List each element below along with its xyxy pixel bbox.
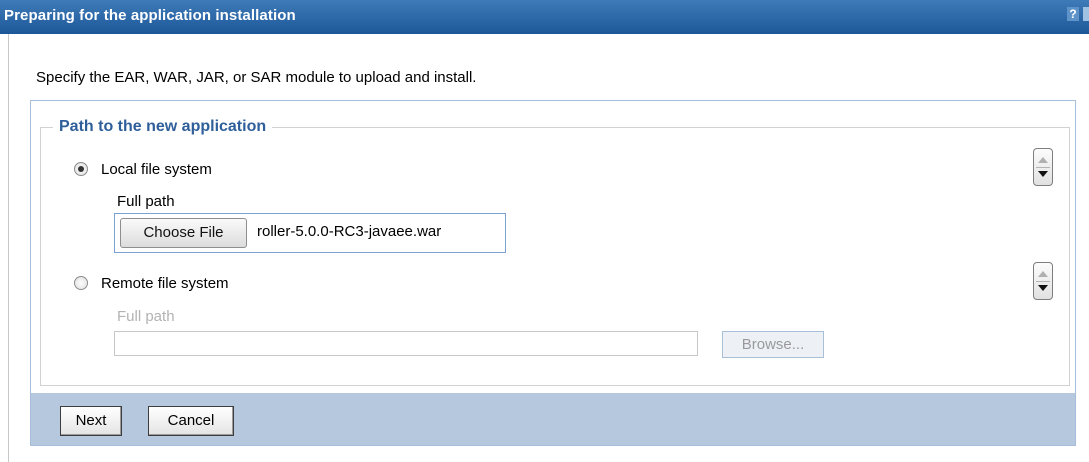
title-bar: Preparing for the application installati…: [0, 0, 1089, 34]
local-full-path-label: Full path: [117, 193, 175, 210]
remote-file-system-label: Remote file system: [101, 275, 229, 292]
left-divider: [8, 34, 9, 462]
choose-file-button[interactable]: Choose File: [120, 218, 247, 248]
local-section-spinner-icon[interactable]: [1033, 148, 1053, 186]
button-bar: Next Cancel: [31, 393, 1075, 445]
intro-text: Specify the EAR, WAR, JAR, or SAR module…: [36, 69, 477, 86]
spinner-down-icon: [1038, 171, 1048, 177]
remote-full-path-label: Full path: [117, 308, 175, 325]
local-file-input[interactable]: Choose File roller-5.0.0-RC3-javaee.war: [114, 213, 506, 253]
remote-section-spinner-icon[interactable]: [1033, 262, 1053, 300]
window-title: Preparing for the application installati…: [4, 7, 296, 24]
path-legend: Path to the new application: [59, 118, 267, 135]
spinner-down-icon: [1038, 285, 1048, 291]
next-button[interactable]: Next: [60, 406, 122, 436]
browse-button[interactable]: Browse...: [722, 331, 824, 358]
spinner-up-icon: [1038, 271, 1048, 277]
collapse-icon[interactable]: [1083, 7, 1089, 21]
help-icon[interactable]: ?: [1067, 7, 1079, 21]
local-file-system-radio[interactable]: [74, 162, 88, 176]
selected-file-name: roller-5.0.0-RC3-javaee.war: [257, 223, 442, 240]
spinner-up-icon: [1038, 157, 1048, 163]
remote-path-input[interactable]: [114, 331, 698, 356]
local-file-system-label: Local file system: [101, 161, 212, 178]
remote-file-system-radio[interactable]: [74, 276, 88, 290]
cancel-button[interactable]: Cancel: [148, 406, 234, 436]
